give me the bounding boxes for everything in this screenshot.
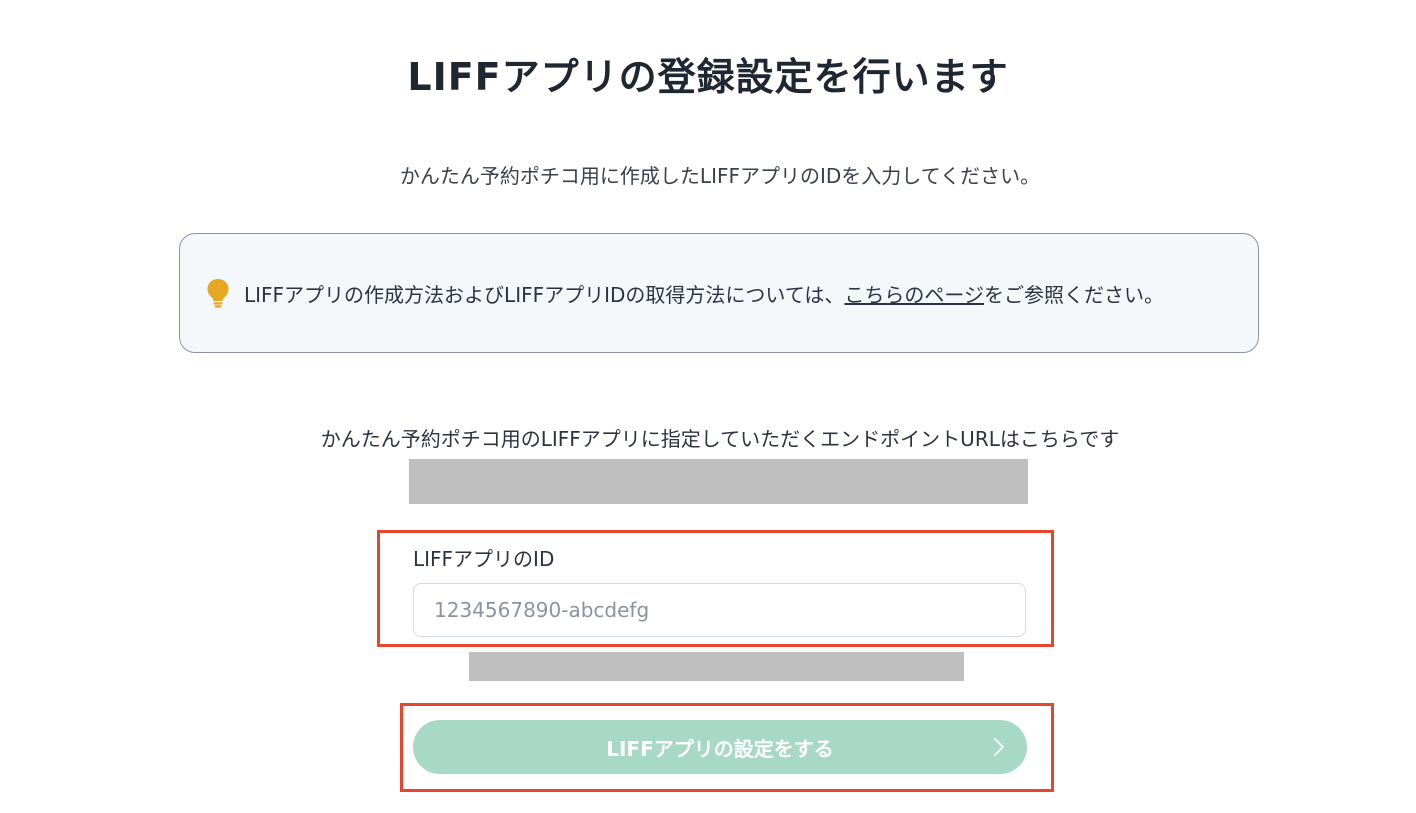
help-page-link[interactable]: こちらのページ xyxy=(844,283,984,307)
info-text: LIFFアプリの作成方法およびLIFFアプリIDの取得方法については、こちらのペ… xyxy=(244,279,1164,308)
endpoint-url-label: かんたん予約ポチコ用のLIFFアプリに指定していただくエンドポイントURLはこち… xyxy=(320,427,1120,451)
redacted-helper-text xyxy=(469,652,964,681)
redacted-endpoint-url xyxy=(409,459,1028,504)
submit-button-label: LIFFアプリの設定をする xyxy=(606,736,834,761)
info-text-before: LIFFアプリの作成方法およびLIFFアプリIDの取得方法については、 xyxy=(244,282,845,307)
info-callout: LIFFアプリの作成方法およびLIFFアプリIDの取得方法については、こちらのペ… xyxy=(179,233,1259,353)
lightbulb-icon xyxy=(207,279,229,308)
liff-settings-submit-button[interactable]: LIFFアプリの設定をする xyxy=(413,720,1027,774)
liff-id-label: LIFFアプリのID xyxy=(413,547,555,571)
info-text-after: をご参照ください。 xyxy=(984,282,1165,307)
chevron-right-icon xyxy=(994,738,1004,756)
liff-id-input[interactable] xyxy=(413,583,1026,637)
page-title: LIFFアプリの登録設定を行います xyxy=(407,55,1009,99)
intro-text: かんたん予約ポチコ用に作成したLIFFアプリのIDを入力してください。 xyxy=(399,164,1041,188)
